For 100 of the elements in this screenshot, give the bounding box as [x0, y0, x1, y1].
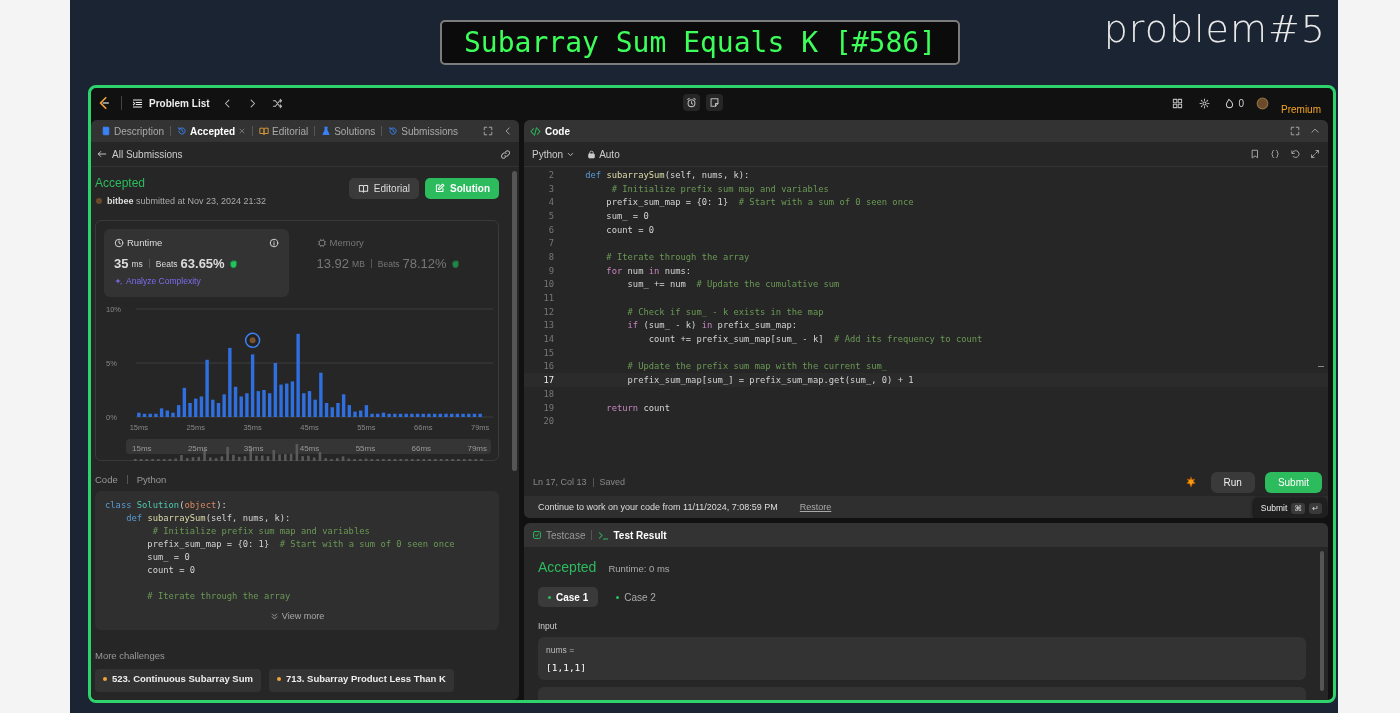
histogram-bar[interactable]	[319, 372, 323, 417]
histogram-bar[interactable]	[444, 413, 448, 417]
line-number: 3	[547, 183, 554, 194]
histogram-bar[interactable]	[188, 402, 192, 417]
histogram-bar[interactable]	[467, 413, 471, 417]
histogram-bar[interactable]	[438, 413, 443, 417]
histogram-bar[interactable]	[182, 387, 187, 417]
histogram-bar[interactable]	[267, 393, 272, 417]
histogram-bar[interactable]	[165, 410, 169, 417]
histogram-bar[interactable]	[381, 412, 386, 417]
histogram-bar[interactable]	[313, 399, 317, 417]
histogram-bar[interactable]	[450, 413, 454, 417]
histogram-bar[interactable]	[404, 413, 408, 417]
histogram-bar[interactable]	[245, 393, 249, 417]
histogram-bar[interactable]	[307, 391, 312, 417]
code-line: def subarraySum(self, nums, k):	[584, 169, 750, 180]
histogram-bar[interactable]	[256, 391, 260, 417]
fullscreen-button[interactable]	[1308, 147, 1322, 161]
problem-list-button[interactable]: Problem List	[132, 97, 210, 109]
settings-button[interactable]	[1197, 95, 1213, 111]
case-tab[interactable]: Case 1	[538, 587, 599, 607]
tab[interactable]: Accepted	[171, 125, 253, 137]
histogram-bar[interactable]	[421, 413, 425, 417]
stat-card[interactable]: Memory 13.92 MB Beats 78.12%	[306, 229, 491, 297]
histogram-bar[interactable]	[393, 413, 397, 417]
premium-button[interactable]: Premium	[1281, 103, 1321, 115]
tab[interactable]: Editorial	[253, 125, 315, 137]
tooltip-label: Submit	[1260, 503, 1288, 513]
histogram-bar[interactable]	[478, 413, 482, 417]
histogram-bar[interactable]	[194, 398, 198, 417]
histogram-bar[interactable]	[330, 407, 334, 417]
close-icon[interactable]	[238, 127, 247, 135]
histogram-bar[interactable]	[154, 413, 158, 417]
notes-button[interactable]	[706, 94, 723, 111]
code-line: sum_ += num # Update the cumulative sum	[626, 279, 840, 290]
timer-button[interactable]	[683, 94, 700, 111]
histogram-bar[interactable]	[461, 413, 465, 417]
burst-icon[interactable]	[1184, 476, 1197, 488]
histogram-bar[interactable]	[324, 402, 329, 417]
editorial-button[interactable]: Editorial	[348, 178, 419, 199]
histogram-bar[interactable]	[415, 413, 420, 417]
histogram-bar[interactable]	[148, 413, 152, 417]
challenge-chip[interactable]: 713. Subarray Product Less Than K	[268, 669, 454, 692]
histogram-bar[interactable]	[302, 393, 306, 417]
save-status: Saved	[599, 477, 626, 487]
histogram-bar[interactable]	[370, 413, 374, 417]
histogram-bar[interactable]	[142, 413, 147, 417]
chevron-left-icon	[503, 126, 513, 136]
histogram-bar[interactable]	[410, 413, 414, 417]
avatar-icon[interactable]	[1256, 96, 1269, 110]
histogram-bar[interactable]	[250, 354, 255, 417]
scrollbar[interactable]	[512, 171, 517, 471]
scrollbar[interactable]	[1320, 551, 1324, 691]
tab[interactable]: Submissions	[382, 125, 465, 137]
histogram-bar[interactable]	[285, 383, 289, 417]
code-line: count = 0	[146, 564, 197, 577]
histogram-bar[interactable]	[228, 347, 232, 417]
case-tab[interactable]: Case 2	[606, 587, 666, 607]
run-button[interactable]: Run	[1210, 471, 1255, 493]
tab[interactable]: Description	[95, 125, 171, 137]
histogram-bar[interactable]	[376, 413, 380, 417]
histogram-bar[interactable]	[347, 405, 352, 417]
histogram-bar[interactable]	[239, 396, 243, 417]
back-link[interactable]: All Submissions	[91, 147, 189, 161]
histogram-bar[interactable]	[427, 413, 431, 417]
format-button[interactable]	[1268, 147, 1282, 161]
avatar-icon	[95, 197, 103, 205]
stat-card[interactable]: Runtime 35 ms Beats 63.65% Analyze Complexity	[104, 229, 289, 297]
histogram-bar[interactable]	[455, 413, 460, 417]
tab[interactable]: Solutions	[315, 125, 382, 137]
histogram-bar[interactable]	[341, 394, 346, 417]
tab[interactable]: Testcase	[532, 529, 586, 541]
histogram-bar[interactable]	[472, 413, 477, 417]
histogram-bar[interactable]	[398, 413, 403, 417]
restore-link[interactable]: Restore	[799, 502, 832, 512]
tab[interactable]: Test Result	[598, 529, 667, 541]
sparkle-icon	[114, 276, 123, 286]
beats-label: Beats	[155, 258, 178, 269]
histogram-bar[interactable]	[137, 412, 141, 417]
histogram-bar[interactable]	[222, 394, 226, 417]
histogram-bar[interactable]	[273, 363, 278, 417]
histogram-bar[interactable]	[290, 381, 295, 417]
maximize-button[interactable]	[1288, 124, 1302, 138]
view-more-button[interactable]: View more	[263, 610, 331, 622]
histogram-bar[interactable]	[211, 399, 215, 417]
language-dropdown[interactable]: Python	[532, 148, 576, 160]
reset-button[interactable]	[1288, 147, 1302, 161]
histogram-bar[interactable]	[432, 413, 437, 417]
histogram-bar[interactable]	[205, 359, 209, 417]
maximize-button[interactable]	[481, 124, 495, 138]
challenge-chip[interactable]: 523. Continuous Subarray Sum	[95, 669, 261, 692]
histogram-bar[interactable]	[216, 402, 221, 417]
histogram-bar[interactable]	[336, 402, 340, 417]
histogram-bar[interactable]	[233, 386, 238, 417]
histogram-bar[interactable]	[296, 333, 300, 417]
logo-icon[interactable]	[97, 96, 111, 110]
histogram-bar[interactable]	[353, 411, 357, 417]
histogram-bar[interactable]	[199, 396, 204, 417]
histogram-bar[interactable]	[279, 384, 283, 417]
histogram-bar[interactable]	[387, 413, 391, 417]
